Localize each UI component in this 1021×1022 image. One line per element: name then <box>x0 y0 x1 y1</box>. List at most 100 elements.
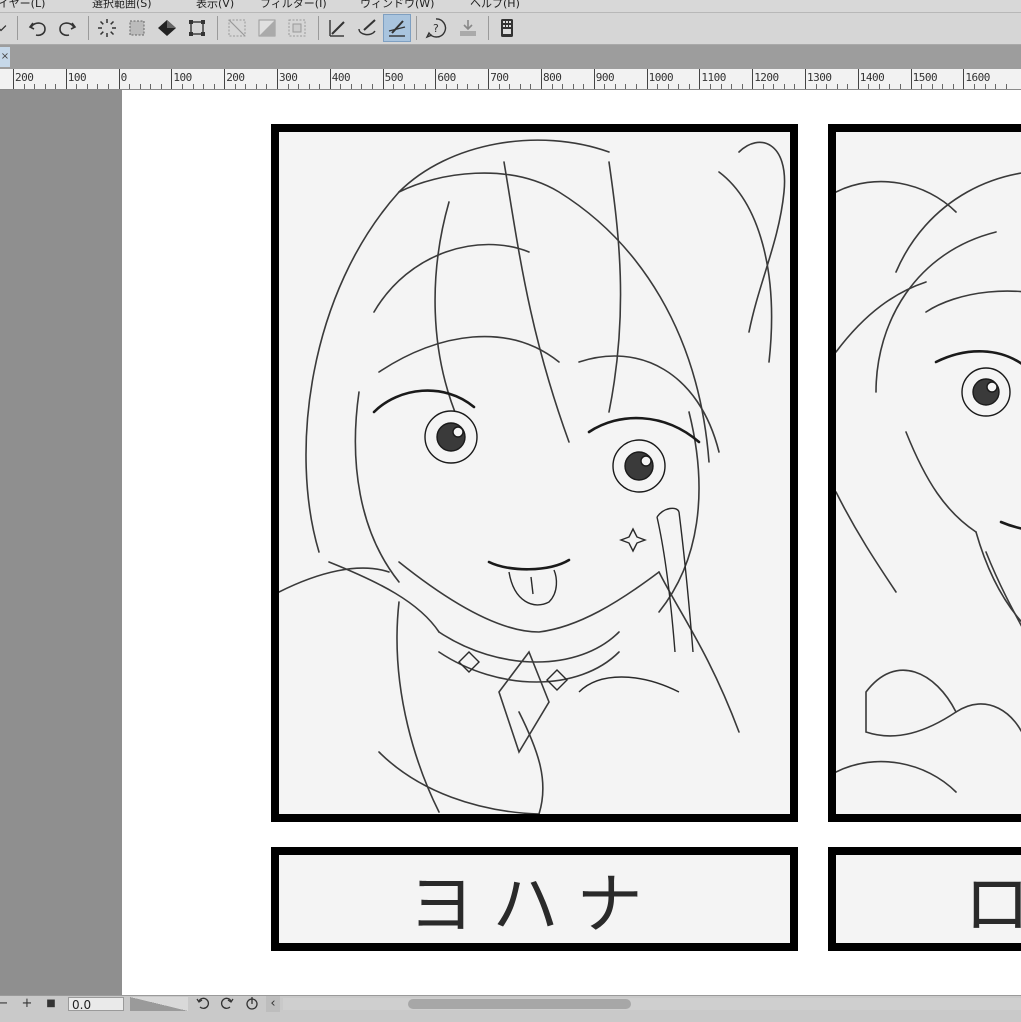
scroll-left-button[interactable]: ‹ <box>266 996 280 1012</box>
ruler-minor-tick <box>868 84 870 89</box>
ruler-label: 100 <box>173 71 192 84</box>
ruler-label: 1400 <box>859 71 885 84</box>
canvas-area[interactable]: ヨハナ ロ <box>0 90 1021 995</box>
deselect-button[interactable] <box>94 15 120 41</box>
ruler-minor-tick <box>203 84 205 89</box>
ruler-minor-tick <box>667 84 669 89</box>
ruler-minor-tick <box>350 84 352 89</box>
reset-rotation-button[interactable] <box>243 996 261 1012</box>
rotate-left-icon <box>196 997 209 1009</box>
line-snap-icon <box>388 20 406 37</box>
menu-item-selection[interactable]: 選択範囲(S) <box>92 0 152 11</box>
ruler-minor-tick <box>414 84 416 89</box>
transform-icon <box>189 20 205 36</box>
device-button[interactable] <box>494 15 520 41</box>
ruler-major-tick <box>382 69 384 89</box>
ruler-snap-icon <box>329 20 345 37</box>
ruler-minor-tick <box>308 84 310 89</box>
ruler-minor-tick <box>160 84 162 89</box>
command-bar: ? <box>0 13 1021 45</box>
ruler-minor-tick <box>815 84 817 89</box>
ruler-minor-tick <box>361 84 363 89</box>
ruler-minor-tick <box>995 84 997 89</box>
ruler-minor-tick <box>213 84 215 89</box>
ruler-major-tick <box>593 69 595 89</box>
ruler-minor-tick <box>973 84 975 89</box>
ruler-minor-tick <box>773 84 775 89</box>
clear-outside-button[interactable] <box>224 15 250 41</box>
clear-fill-button[interactable] <box>254 15 280 41</box>
fill-button[interactable] <box>154 15 180 41</box>
ruler-minor-tick <box>530 84 532 89</box>
undo-button[interactable] <box>25 15 51 41</box>
horizontal-ruler: 200 100 0 100 200 300 400 500 600 700 800 900 1000 11… <box>0 69 1021 90</box>
brush-snap-button[interactable] <box>354 15 380 41</box>
menu-item-view[interactable]: 表示(V) <box>196 0 234 11</box>
dropdown-toggle-button[interactable] <box>0 15 10 41</box>
deselect-icon <box>98 19 116 37</box>
transform-button[interactable] <box>184 15 210 41</box>
ruler-minor-tick <box>952 84 954 89</box>
ruler-major-tick <box>329 69 331 89</box>
stop-button[interactable]: ■ <box>44 996 58 1012</box>
ruler-minor-tick <box>403 84 405 89</box>
zoom-in-button[interactable]: + <box>20 996 34 1012</box>
menu-item-window[interactable]: ウィンドウ(W) <box>360 0 434 11</box>
invert-selection-button[interactable] <box>284 15 310 41</box>
ruler-label: 1100 <box>701 71 726 84</box>
ruler-minor-tick <box>456 84 458 89</box>
ruler-minor-tick <box>762 84 764 89</box>
ruler-minor-tick <box>266 84 268 89</box>
menu-item-layer[interactable]: イヤー(L) <box>0 0 45 11</box>
horizontal-scrollbar[interactable] <box>283 998 1021 1010</box>
ruler-label: 500 <box>384 71 404 84</box>
ruler-minor-tick <box>319 84 321 89</box>
select-area-button[interactable] <box>124 15 150 41</box>
ruler-label: 300 <box>279 71 298 84</box>
menu-item-filter[interactable]: フィルター(I) <box>260 0 327 11</box>
ruler-label: 400 <box>331 71 351 84</box>
ruler-minor-tick <box>847 84 849 89</box>
invert-selection-icon <box>288 19 306 37</box>
character-sketch-2 <box>836 172 1021 793</box>
ruler-label: 700 <box>490 71 509 84</box>
rotate-right-button[interactable] <box>218 996 236 1012</box>
ruler-minor-tick <box>604 84 606 89</box>
help-button[interactable]: ? <box>423 15 449 41</box>
canvas-paper[interactable]: ヨハナ ロ <box>122 90 1021 995</box>
menu-item-help[interactable]: ヘルプ(H) <box>470 0 520 11</box>
close-tab-button[interactable]: × <box>0 47 10 67</box>
ruler-minor-tick <box>44 84 46 89</box>
share-button[interactable] <box>455 15 481 41</box>
ruler-label: 200 <box>15 71 34 84</box>
ruler-snap-button[interactable] <box>324 15 350 41</box>
ruler-major-tick <box>65 69 67 89</box>
ruler-minor-tick <box>287 84 289 89</box>
redo-button[interactable] <box>54 15 80 41</box>
ruler-major-tick <box>277 69 278 89</box>
ruler-minor-tick <box>34 84 36 89</box>
ruler-major-tick <box>13 69 14 89</box>
ruler-major-tick <box>435 69 437 89</box>
manga-panel-2 <box>828 124 1021 822</box>
undo-icon <box>28 22 46 37</box>
zoom-out-button[interactable]: − <box>0 996 10 1012</box>
rotate-left-button[interactable] <box>194 996 212 1012</box>
zoom-slider[interactable] <box>130 997 188 1011</box>
ruler-minor-tick <box>393 84 395 89</box>
device-icon <box>501 19 513 37</box>
line-snap-button[interactable] <box>383 14 411 42</box>
ruler-minor-tick <box>741 84 743 89</box>
ruler-minor-tick <box>340 84 342 89</box>
ruler-label: 1000 <box>648 71 674 84</box>
rotate-right-icon <box>221 997 234 1009</box>
character-name-2: ロ <box>964 855 1021 943</box>
ruler-minor-tick <box>731 84 733 89</box>
fill-bucket-icon <box>158 20 176 36</box>
ruler-major-tick <box>910 69 912 89</box>
zoom-input[interactable]: 0.0 <box>68 997 124 1012</box>
manga-panel-1 <box>271 124 798 822</box>
help-icon: ? <box>425 18 447 39</box>
scrollbar-thumb[interactable] <box>408 999 631 1009</box>
name-box-2: ロ <box>828 847 1021 951</box>
